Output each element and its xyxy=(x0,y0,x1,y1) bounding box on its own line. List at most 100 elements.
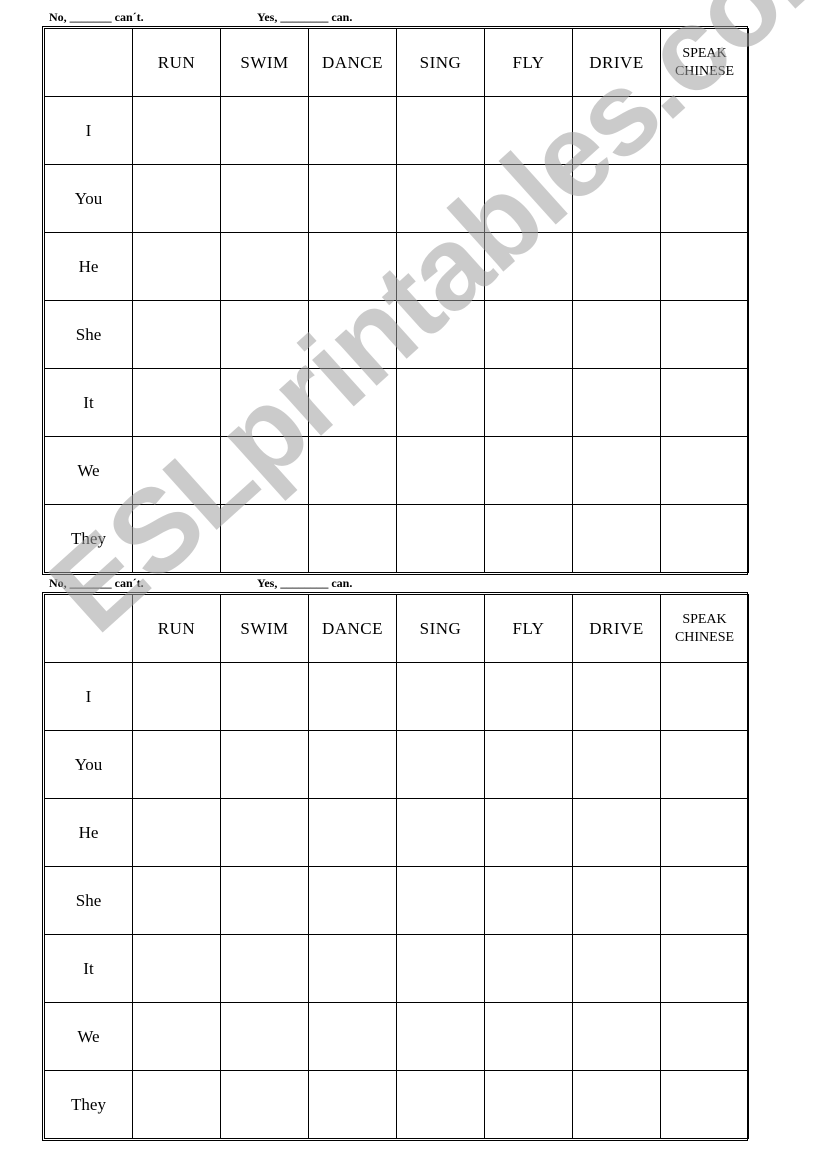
answer-cell[interactable] xyxy=(132,300,221,369)
answer-cell[interactable] xyxy=(220,300,309,369)
answer-cell[interactable] xyxy=(220,1070,309,1139)
answer-cell[interactable] xyxy=(572,730,661,799)
answer-cell[interactable] xyxy=(396,730,485,799)
answer-cell[interactable] xyxy=(660,96,749,165)
answer-cell[interactable] xyxy=(572,96,661,165)
answer-cell[interactable] xyxy=(220,232,309,301)
answer-cell[interactable] xyxy=(572,1002,661,1071)
answer-cell[interactable] xyxy=(660,662,749,731)
answer-cell[interactable] xyxy=(484,504,573,573)
answer-cell[interactable] xyxy=(220,798,309,867)
answer-cell[interactable] xyxy=(132,730,221,799)
answer-cell[interactable] xyxy=(572,368,661,437)
answer-cell[interactable] xyxy=(484,1002,573,1071)
answer-cell[interactable] xyxy=(660,436,749,505)
answer-cell[interactable] xyxy=(572,504,661,573)
answer-cell[interactable] xyxy=(484,436,573,505)
answer-cell[interactable] xyxy=(308,368,397,437)
answer-cell[interactable] xyxy=(132,232,221,301)
answer-cell[interactable] xyxy=(572,662,661,731)
answer-cell[interactable] xyxy=(132,436,221,505)
answer-cell[interactable] xyxy=(308,934,397,1003)
answer-cell[interactable] xyxy=(308,1070,397,1139)
answer-cell[interactable] xyxy=(308,866,397,935)
answer-cell[interactable] xyxy=(484,934,573,1003)
answer-cell[interactable] xyxy=(132,96,221,165)
answer-cell[interactable] xyxy=(396,798,485,867)
answer-cell[interactable] xyxy=(308,662,397,731)
answer-cell[interactable] xyxy=(396,662,485,731)
answer-cell[interactable] xyxy=(132,934,221,1003)
answer-cell[interactable] xyxy=(572,164,661,233)
answer-cell[interactable] xyxy=(396,164,485,233)
answer-cell[interactable] xyxy=(660,934,749,1003)
answer-cell[interactable] xyxy=(132,164,221,233)
answer-cell[interactable] xyxy=(484,300,573,369)
header-dance: DANCE xyxy=(308,28,397,97)
answer-cell[interactable] xyxy=(396,934,485,1003)
answer-cell[interactable] xyxy=(220,368,309,437)
answer-cell[interactable] xyxy=(132,798,221,867)
answer-cell[interactable] xyxy=(660,300,749,369)
answer-cell[interactable] xyxy=(220,866,309,935)
answer-cell[interactable] xyxy=(484,798,573,867)
answer-cell[interactable] xyxy=(132,368,221,437)
answer-cell[interactable] xyxy=(308,164,397,233)
answer-cell[interactable] xyxy=(572,232,661,301)
answer-cell[interactable] xyxy=(308,300,397,369)
answer-cell[interactable] xyxy=(396,436,485,505)
answer-cell[interactable] xyxy=(396,300,485,369)
answer-cell[interactable] xyxy=(660,368,749,437)
answer-cell[interactable] xyxy=(396,504,485,573)
answer-cell[interactable] xyxy=(572,300,661,369)
answer-cell[interactable] xyxy=(308,436,397,505)
answer-cell[interactable] xyxy=(660,866,749,935)
answer-cell[interactable] xyxy=(308,730,397,799)
answer-cell[interactable] xyxy=(660,730,749,799)
answer-cell[interactable] xyxy=(308,504,397,573)
answer-cell[interactable] xyxy=(572,934,661,1003)
answer-cell[interactable] xyxy=(220,164,309,233)
answer-cell[interactable] xyxy=(308,96,397,165)
answer-cell[interactable] xyxy=(132,1070,221,1139)
answer-cell[interactable] xyxy=(572,436,661,505)
answer-cell[interactable] xyxy=(220,1002,309,1071)
answer-cell[interactable] xyxy=(572,1070,661,1139)
answer-cell[interactable] xyxy=(220,662,309,731)
answer-cell[interactable] xyxy=(220,96,309,165)
answer-cell[interactable] xyxy=(660,798,749,867)
answer-cell[interactable] xyxy=(660,1002,749,1071)
answer-cell[interactable] xyxy=(484,96,573,165)
answer-cell[interactable] xyxy=(396,1002,485,1071)
answer-cell[interactable] xyxy=(484,866,573,935)
answer-cell[interactable] xyxy=(396,368,485,437)
answer-cell[interactable] xyxy=(220,934,309,1003)
answer-cell[interactable] xyxy=(396,96,485,165)
pronoun-cell: They xyxy=(44,1070,133,1139)
answer-cell[interactable] xyxy=(308,232,397,301)
answer-cell[interactable] xyxy=(484,662,573,731)
answer-cell[interactable] xyxy=(132,866,221,935)
answer-cell[interactable] xyxy=(308,1002,397,1071)
answer-cell[interactable] xyxy=(220,730,309,799)
answer-cell[interactable] xyxy=(572,866,661,935)
answer-cell[interactable] xyxy=(308,798,397,867)
answer-cell[interactable] xyxy=(660,504,749,573)
answer-cell[interactable] xyxy=(660,232,749,301)
answer-cell[interactable] xyxy=(132,1002,221,1071)
answer-cell[interactable] xyxy=(660,164,749,233)
answer-cell[interactable] xyxy=(132,504,221,573)
answer-cell[interactable] xyxy=(220,504,309,573)
answer-cell[interactable] xyxy=(484,730,573,799)
answer-cell[interactable] xyxy=(132,662,221,731)
answer-cell[interactable] xyxy=(484,368,573,437)
answer-cell[interactable] xyxy=(572,798,661,867)
answer-cell[interactable] xyxy=(484,164,573,233)
answer-cell[interactable] xyxy=(396,232,485,301)
answer-cell[interactable] xyxy=(484,1070,573,1139)
answer-cell[interactable] xyxy=(396,1070,485,1139)
answer-cell[interactable] xyxy=(396,866,485,935)
answer-cell[interactable] xyxy=(484,232,573,301)
answer-cell[interactable] xyxy=(660,1070,749,1139)
answer-cell[interactable] xyxy=(220,436,309,505)
